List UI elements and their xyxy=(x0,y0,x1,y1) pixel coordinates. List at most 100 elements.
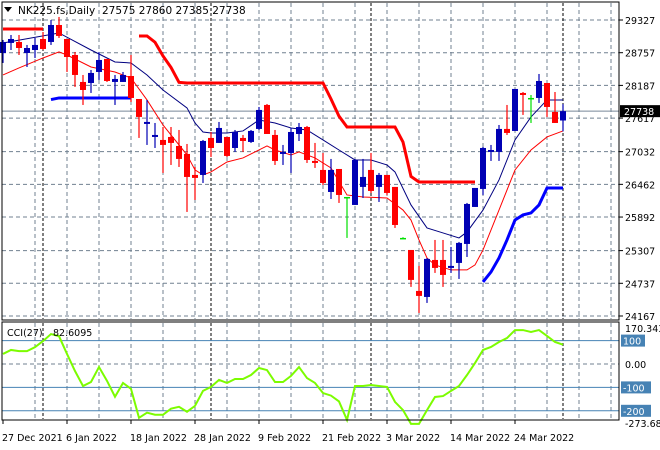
grid xyxy=(2,3,619,419)
doji-candle xyxy=(400,237,406,240)
bear-candle xyxy=(184,153,190,177)
bear-candle xyxy=(224,136,230,156)
main-panel-border xyxy=(1,1,620,321)
bull-candle xyxy=(32,44,38,51)
bear-candle xyxy=(344,196,350,199)
bear-candle xyxy=(16,41,22,48)
bull-candle xyxy=(528,97,534,100)
cci-top-label: 170.3435 xyxy=(625,324,660,335)
cci-level-label: 100 xyxy=(623,337,641,348)
price-tick-label: 24737 xyxy=(625,279,655,290)
bear-candle xyxy=(304,126,310,160)
bull-candle xyxy=(448,265,454,268)
period-separators xyxy=(42,3,564,419)
date-label: 21 Feb 2022 xyxy=(322,433,381,444)
bear-candle xyxy=(520,92,526,95)
bear-candle xyxy=(392,186,398,225)
bull-candle xyxy=(480,147,486,189)
bear-candle xyxy=(104,58,110,81)
bear-candle xyxy=(192,174,198,178)
bear-candle xyxy=(336,168,342,195)
bear-candle xyxy=(128,75,134,98)
bull-candle xyxy=(112,78,118,82)
bull-candle xyxy=(24,47,30,53)
date-label: 24 Mar 2022 xyxy=(514,433,574,444)
bull-candle xyxy=(96,59,102,72)
bull-candle xyxy=(232,131,238,148)
cci-title: CCI(27) xyxy=(7,328,43,339)
price-tick-label: 25307 xyxy=(625,247,655,258)
date-label: 14 Mar 2022 xyxy=(450,433,510,444)
bull-candle xyxy=(328,169,334,192)
bear-candle xyxy=(368,169,374,191)
price-tick-label: 24167 xyxy=(625,312,655,323)
bull-candle xyxy=(560,111,566,121)
bear-candle xyxy=(64,38,70,57)
bear-candle xyxy=(384,174,390,193)
bull-candle xyxy=(464,203,470,244)
bear-candle xyxy=(56,24,62,36)
bull-candle xyxy=(248,130,254,142)
bull-candle xyxy=(472,187,478,207)
trading-chart[interactable]: 2932728757281872761727032264622589225307… xyxy=(0,0,660,450)
bull-candle xyxy=(144,121,150,124)
bull-candle xyxy=(488,149,494,152)
cci-bottom-label: -273.680 xyxy=(625,419,660,430)
bull-candle xyxy=(120,74,126,82)
bear-candle xyxy=(440,259,446,275)
bear-candle xyxy=(504,128,510,133)
price-tick-label: 27032 xyxy=(625,148,655,159)
bear-candle xyxy=(168,136,174,143)
cci-current-value: 82.6095 xyxy=(53,328,92,339)
bull-candle xyxy=(256,109,262,129)
bull-candle xyxy=(456,242,462,263)
axes: 2932728757281872761727032264622589225307… xyxy=(2,16,660,444)
bear-candle xyxy=(544,82,550,107)
bull-candle xyxy=(424,258,430,297)
date-label: 3 Mar 2022 xyxy=(386,433,440,444)
symbol-timeframe: NK225.fs,Daily xyxy=(18,5,95,17)
bear-candle xyxy=(240,137,246,141)
price-tick-label: 28757 xyxy=(625,49,655,60)
cci-panel-border xyxy=(1,321,620,421)
date-label: 9 Feb 2022 xyxy=(258,433,311,444)
bull-candle xyxy=(216,127,222,143)
bear-candle xyxy=(312,160,318,163)
bull-candle xyxy=(8,38,14,43)
date-label: 18 Jan 2022 xyxy=(130,433,187,444)
bull-candle xyxy=(88,72,94,83)
cci-series-line xyxy=(2,328,564,425)
support-trail-line xyxy=(481,186,563,283)
bull-candle xyxy=(48,24,54,42)
bull-candle xyxy=(352,159,358,205)
triangle-down-icon[interactable] xyxy=(4,7,12,12)
bear-candle xyxy=(408,249,414,280)
cci-level-label: -200 xyxy=(623,407,645,418)
cci-zero-label: 0.00 xyxy=(625,360,646,371)
bull-candle xyxy=(360,176,366,187)
support-trail-line xyxy=(50,96,131,102)
current-price-label: 27738 xyxy=(624,107,654,118)
bull-candle xyxy=(376,174,382,187)
bull-candle xyxy=(288,131,294,153)
bear-candle xyxy=(552,111,558,123)
bear-candle xyxy=(264,104,270,134)
bull-candle xyxy=(496,128,502,152)
bear-candle xyxy=(40,38,46,49)
bull-candle xyxy=(536,80,542,98)
bear-candle xyxy=(136,98,142,117)
bear-candle xyxy=(272,134,278,161)
price-tick-label: 29327 xyxy=(625,16,655,27)
price-tick-label: 28187 xyxy=(625,81,655,92)
date-label: 27 Dec 2021 xyxy=(2,433,63,444)
bull-candle xyxy=(512,88,518,131)
bear-candle xyxy=(320,169,326,183)
candles xyxy=(0,16,566,313)
bear-candle xyxy=(208,137,214,148)
bear-candle xyxy=(432,259,438,268)
bear-candle xyxy=(160,139,166,145)
bull-candle xyxy=(152,134,158,137)
bull-candle xyxy=(200,140,206,175)
price-tick-label: 26462 xyxy=(625,180,655,191)
cci-line xyxy=(2,328,564,425)
